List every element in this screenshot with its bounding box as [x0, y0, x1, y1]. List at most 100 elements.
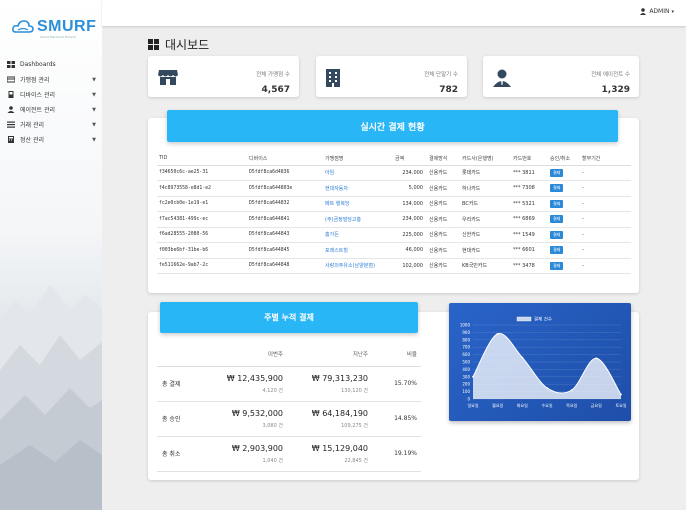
count: 109,275 건: [341, 422, 368, 429]
count: 3,080 건: [262, 422, 283, 429]
page-title: 대시보드: [148, 36, 209, 53]
table-row[interactable]: f7ac54381-499c-ec D5fdf8ca644841 (주)금정빌딩고흥…: [157, 211, 631, 228]
calc-icon: [7, 136, 15, 143]
sidebar-item-label: Dashboards: [20, 61, 56, 68]
stat-card-agents: 전체 에이전트 수 1,329: [483, 56, 639, 97]
column-header: 승인/취소: [548, 152, 580, 166]
column-header: 카드사(은행명): [460, 152, 511, 166]
stat-value: 4,567: [261, 85, 290, 95]
y-tick-label: 600: [462, 352, 470, 357]
y-tick-label: 1000: [460, 323, 471, 328]
x-tick-label: 일요일: [467, 402, 478, 408]
sidebar-item-settlement[interactable]: 정산 관리 ▼: [0, 132, 102, 147]
sidebar-item-transactions[interactable]: 거래 관리 ▼: [0, 117, 102, 132]
device-cell: D5fdf8ca644803e: [247, 180, 323, 197]
table-row[interactable]: fc2e0cb0e-1e19-e1 D5fdf8ca644832 메트 행복당 134…: [157, 196, 631, 212]
merchant-cell[interactable]: 홈가든: [323, 227, 393, 243]
table-row[interactable]: f34650c6c-ae25-31 D5fdf8ca6d4836 아임 234,000…: [157, 165, 631, 181]
status-badge: 결제: [550, 215, 564, 224]
issuer-cell: BC카드: [460, 196, 511, 212]
merchant-cell[interactable]: 현대자동차: [323, 180, 393, 197]
tid-cell: f003be6bf-31be-b6: [157, 242, 247, 259]
device-cell: D5fdf8ca644848: [247, 258, 323, 274]
count: 4,120 건: [262, 387, 283, 394]
status-badge: 결제: [550, 230, 564, 239]
device-icon: [7, 91, 15, 98]
issuer-cell: KB국민카드: [460, 258, 511, 274]
building-icon: [326, 69, 340, 87]
amount-cell: 46,000: [393, 242, 427, 259]
status-cell: 결제: [548, 165, 580, 181]
stat-label: 전체 에이전트 수: [591, 72, 630, 78]
y-tick-label: 800: [462, 337, 470, 342]
sidebar-item-agents[interactable]: 에이전트 관리 ▼: [0, 102, 102, 117]
device-cell: D5fdf8ca6d4836: [247, 165, 323, 181]
sidebar-item-label: 가맹점 관리: [20, 77, 50, 84]
brand-logo[interactable]: SMURF: [12, 18, 96, 36]
card-number-cell: *** 6869: [511, 211, 548, 228]
x-tick-label: 토요일: [615, 402, 626, 408]
installment-cell: -: [580, 242, 631, 259]
chevron-down-icon: ▼: [92, 121, 96, 128]
method-cell: 신용카드: [427, 196, 460, 212]
table-row[interactable]: f4c8973558-e8d1-e2 D5fdf8ca644803e 현대자동차 5,…: [157, 180, 631, 197]
method-cell: 신용카드: [427, 211, 460, 228]
tid-cell: fc2e0cb0e-1e19-e1: [157, 196, 247, 212]
legend-label: 결제 건수: [534, 316, 552, 323]
topbar: ADMIN ▾: [102, 0, 686, 26]
stat-card-merchants: 전체 가맹점 수 4,567: [148, 56, 299, 97]
user-menu[interactable]: ADMIN ▾: [640, 8, 674, 15]
sidebar-item-merchants[interactable]: 가맹점 관리 ▼: [0, 72, 102, 87]
sidebar-item-label: 에이전트 관리: [20, 107, 56, 114]
user-icon: [640, 8, 647, 15]
weekly-chart-card: 0 100 200 300 400 500 600 700 800 900 1000 일요일 월요일 화요…: [449, 303, 631, 421]
x-tick-label: 금요일: [591, 402, 602, 408]
data-point: [521, 356, 524, 359]
y-tick-label: 900: [462, 330, 470, 335]
card-number-cell: *** 3478: [511, 258, 548, 274]
x-tick-label: 화요일: [517, 402, 528, 408]
amount: ₩ 15,129,040: [311, 443, 368, 453]
column-header: 이번주: [212, 342, 287, 367]
issuer-cell: 현대카드: [460, 242, 511, 259]
merchant-cell[interactable]: 아임: [323, 165, 393, 181]
x-tick-label: 수요일: [541, 402, 552, 408]
issuer-cell: 하나카드: [460, 180, 511, 197]
table-row[interactable]: f6ad28555-2080-56 D5fdf8ca644843 홈가든 225,00…: [157, 227, 631, 243]
data-point: [496, 332, 499, 335]
sidebar-item-dashboards[interactable]: Dashboards: [0, 57, 102, 72]
amount-cell: 234,000: [393, 165, 427, 181]
sidebar-item-devices[interactable]: 디바이스 관리 ▼: [0, 87, 102, 102]
last-week-cell: ₩ 15,129,040 22,845 건: [287, 436, 372, 472]
status-badge: 결제: [550, 261, 564, 270]
table-row[interactable]: f003be6bf-31be-b6 D5fdf8ca644845 포레스트힐 46,0…: [157, 242, 631, 259]
mountain-background: [0, 285, 102, 510]
merchant-cell[interactable]: 포레스트힐: [323, 242, 393, 259]
brand-tagline: Smart Merchant Fintech: [40, 35, 76, 39]
data-point: [570, 389, 573, 392]
chevron-down-icon: ▼: [92, 91, 96, 98]
amount: ₩ 2,903,900: [231, 443, 283, 453]
status-cell: 결제: [548, 180, 580, 197]
card-icon: [6, 76, 16, 83]
issuer-cell: 우리카드: [460, 211, 511, 228]
installment-cell: -: [580, 258, 631, 274]
tid-cell: f7ac54381-499c-ec: [157, 211, 247, 228]
column-header: 비율: [372, 342, 421, 367]
table-row: 총 결제 ₩ 12,435,900 4,120 건 ₩ 79,313,230 130…: [157, 366, 421, 402]
table-row[interactable]: fe511662e-9ab7-2c D5fdf8ca644848 사랑의주유소(남양…: [157, 258, 631, 274]
stat-card-devices: 전체 단말기 수 782: [316, 56, 467, 97]
method-cell: 신용카드: [427, 227, 460, 243]
dashboard-grid-icon: [148, 39, 159, 50]
amount: ₩ 12,435,900: [226, 373, 283, 383]
merchant-cell[interactable]: 사랑의주유소(남양분점): [323, 258, 393, 274]
realtime-payments-table: TID 디바이스 가맹점명 금액 결제방식 카드사(은행명) 카드번호 승인/취…: [157, 152, 631, 274]
merchant-cell[interactable]: (주)금정빌딩고흥: [323, 211, 393, 228]
stat-value: 782: [439, 85, 458, 95]
ratio: 15.70%: [372, 366, 421, 402]
column-header: 카드번호: [511, 152, 548, 166]
weekly-title: 주별 누적 결제: [160, 302, 418, 333]
legend-swatch: [516, 316, 532, 322]
merchant-cell[interactable]: 메트 행복당: [323, 196, 393, 212]
cloud-logo-icon: [12, 20, 34, 33]
